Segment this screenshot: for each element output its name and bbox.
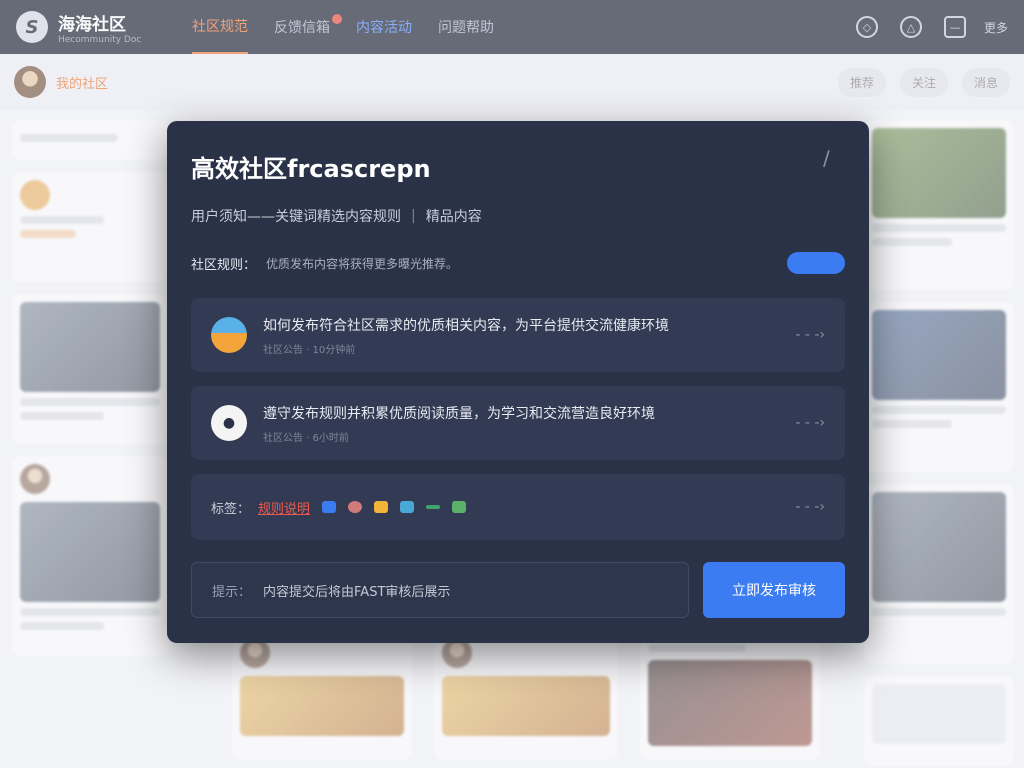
- close-icon[interactable]: ∕: [823, 148, 841, 168]
- input-label: 提示：: [212, 584, 252, 600]
- rule-item-title: 如何发布符合社区需求的优质相关内容，为平台提供交流健康环境: [263, 317, 669, 334]
- subtitle-separator: |: [411, 208, 416, 224]
- community-rules-dialog: 高效社区frcascrepn ∕ 用户须知——关键词精选内容规则 | 精品内容 …: [167, 121, 869, 643]
- emoji-icon[interactable]: [348, 501, 363, 513]
- dialog-footer: 提示： 内容提交后将由FAST审核后展示 立即发布审核: [191, 562, 845, 618]
- rule-label: 社区规则：: [191, 257, 257, 273]
- subtitle-right[interactable]: 精品内容: [426, 206, 482, 226]
- tag-value[interactable]: 规则说明: [258, 498, 310, 517]
- dialog-title: 高效社区frcascrepn: [191, 155, 431, 183]
- divider-icon[interactable]: [426, 505, 441, 509]
- rule-item-body: 遵守发布规则并积累优质阅读质量，为学习和交流营造良好环境 社区公告 · 6小时前: [263, 403, 655, 444]
- link-icon[interactable]: [452, 501, 467, 513]
- subtitle-left: 用户须知——关键词精选内容规则: [191, 209, 401, 225]
- tag-label: 标签：: [211, 501, 251, 517]
- arrow-right-icon[interactable]: - - -›: [795, 415, 825, 431]
- picture-icon: [211, 317, 247, 353]
- rule-setting-row: 社区规则： 优质发布内容将获得更多曝光推荐。: [191, 252, 845, 274]
- rule-item[interactable]: 如何发布符合社区需求的优质相关内容，为平台提供交流健康环境 社区公告 · 10分…: [191, 298, 845, 372]
- submit-button[interactable]: 立即发布审核: [703, 562, 845, 618]
- tag-row[interactable]: 标签： 规则说明 - - -›: [191, 474, 845, 540]
- sticker-icon[interactable]: [374, 501, 389, 513]
- arrow-right-icon[interactable]: - - -›: [795, 327, 825, 343]
- arrow-right-icon[interactable]: - - -›: [795, 499, 825, 515]
- image-icon[interactable]: [400, 501, 415, 513]
- rule-item-title: 遵守发布规则并积累优质阅读质量，为学习和交流营造良好环境: [263, 405, 655, 422]
- rule-item-meta: 社区公告 · 6小时前: [263, 432, 349, 444]
- hint-input[interactable]: 提示： 内容提交后将由FAST审核后展示: [191, 562, 689, 618]
- rule-item[interactable]: ● 遵守发布规则并积累优质阅读质量，为学习和交流营造良好环境 社区公告 · 6小…: [191, 386, 845, 460]
- dialog-subtitle: 用户须知——关键词精选内容规则 | 精品内容: [191, 206, 845, 226]
- input-value: 内容提交后将由FAST审核后展示: [263, 584, 451, 600]
- user-badge-icon: ●: [211, 405, 247, 441]
- folder-icon[interactable]: [322, 501, 337, 513]
- rule-item-meta: 社区公告 · 10分钟前: [263, 344, 356, 356]
- rule-toggle[interactable]: [787, 252, 845, 274]
- rule-item-body: 如何发布符合社区需求的优质相关内容，为平台提供交流健康环境 社区公告 · 10分…: [263, 315, 669, 356]
- rule-description: 优质发布内容将获得更多曝光推荐。: [266, 256, 459, 271]
